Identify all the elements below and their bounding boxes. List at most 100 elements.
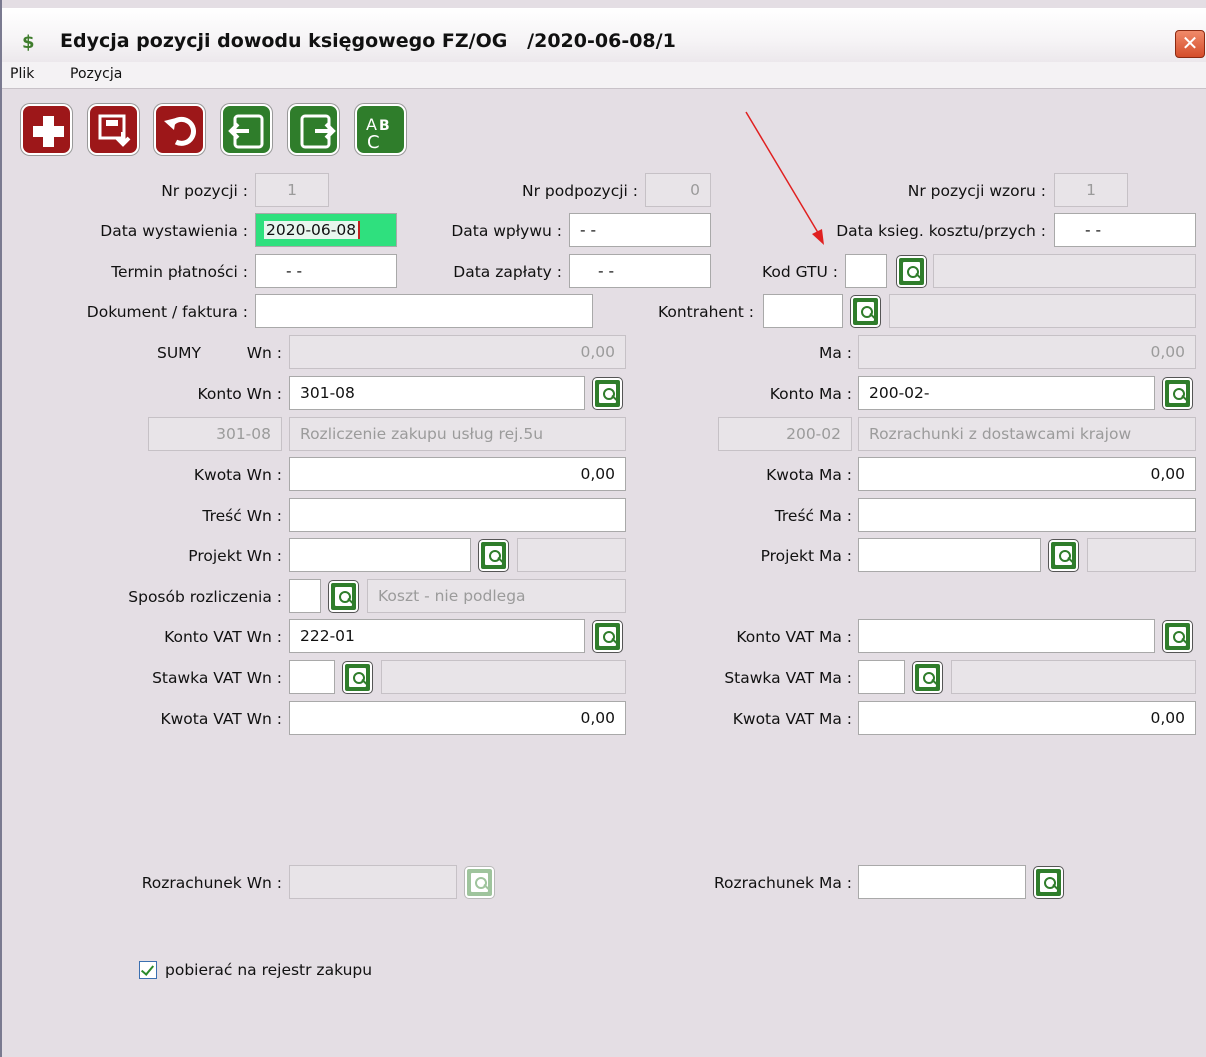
edit-window: $ Edycja pozycji dowodu księgowego FZ/OG…: [0, 0, 1206, 1057]
search-icon: [915, 272, 922, 280]
search-icon: [611, 394, 618, 402]
konto-ma-field[interactable]: 200-02-: [858, 376, 1155, 410]
projekt-ma-desc: [1087, 538, 1196, 572]
konto-ma-label: Konto Ma :: [769, 385, 852, 403]
dokument-field[interactable]: [255, 294, 593, 328]
data-zaplaty-field[interactable]: - -: [569, 254, 711, 288]
save-button[interactable]: [88, 104, 139, 155]
data-wystawienia-value: 2020-06-08: [264, 221, 361, 239]
konto-wn-field[interactable]: 301-08: [289, 376, 585, 410]
nr-pozycji-field: 1: [255, 173, 329, 207]
konto-vat-wn-label: Konto VAT Wn :: [164, 628, 282, 646]
tresc-ma-field[interactable]: [858, 498, 1196, 532]
kontrahent-search-button[interactable]: [851, 296, 880, 327]
spellcheck-icon: A BC: [366, 115, 390, 153]
konto-vat-ma-field[interactable]: [858, 619, 1155, 653]
data-wystawienia-field[interactable]: 2020-06-08: [255, 213, 397, 247]
sposob-rozliczenia-search-button[interactable]: [329, 581, 358, 612]
nr-podpozycji-field: 0: [645, 173, 711, 207]
rozrachunek-wn-search-button: [465, 867, 494, 898]
kwota-vat-ma-field[interactable]: 0,00: [858, 701, 1196, 735]
tresc-ma-label: Treść Ma :: [774, 507, 852, 525]
konto-vat-wn-search-button[interactable]: [593, 621, 622, 652]
add-button[interactable]: [21, 104, 72, 155]
rozrachunek-wn-field: [289, 865, 457, 899]
sposob-rozliczenia-desc: Koszt - nie podlega: [367, 579, 626, 613]
data-zaplaty-label: Data zapłaty :: [453, 263, 562, 281]
konto-ma-desc: Rozrachunki z dostawcami krajow: [858, 417, 1196, 451]
kod-gtu-field[interactable]: [845, 254, 887, 288]
menu-bar: Plik Pozycja: [2, 62, 1206, 89]
kod-gtu-search-button[interactable]: [897, 256, 926, 287]
projekt-wn-field[interactable]: [289, 538, 471, 572]
search-icon: [1181, 637, 1188, 645]
tresc-wn-label: Treść Wn :: [202, 507, 282, 525]
data-ksieg-label: Data ksieg. kosztu/przych :: [836, 222, 1046, 240]
undo-button[interactable]: [154, 104, 205, 155]
rozrachunek-ma-search-button[interactable]: [1034, 867, 1063, 898]
data-wystawienia-label: Data wystawienia :: [100, 222, 248, 240]
kwota-vat-wn-label: Kwota VAT Wn :: [160, 710, 282, 728]
kwota-vat-ma-label: Kwota VAT Ma :: [732, 710, 852, 728]
konto-vat-ma-search-button[interactable]: [1163, 621, 1192, 652]
stawka-vat-ma-desc: [951, 660, 1196, 694]
sposob-rozliczenia-label: Sposób rozliczenia :: [128, 588, 282, 606]
stawka-vat-wn-field[interactable]: [289, 660, 335, 694]
termin-platnosci-field[interactable]: - -: [255, 254, 397, 288]
nr-pozycji-label: Nr pozycji :: [161, 182, 248, 200]
search-icon: [869, 312, 876, 320]
rozrachunek-ma-label: Rozrachunek Ma :: [713, 874, 852, 892]
close-button[interactable]: ✕: [1175, 30, 1205, 58]
add-icon: [33, 116, 64, 147]
konto-wn-search-button[interactable]: [593, 378, 622, 409]
kwota-ma-label: Kwota Ma :: [766, 466, 852, 484]
kod-gtu-label: Kod GTU :: [761, 263, 838, 281]
konto-wn-code: 301-08: [148, 417, 282, 451]
search-icon: [931, 678, 938, 686]
projekt-ma-field[interactable]: [858, 538, 1041, 572]
stawka-vat-ma-field[interactable]: [858, 660, 905, 694]
search-icon: [361, 678, 368, 686]
sposob-rozliczenia-field[interactable]: [289, 579, 321, 613]
search-icon: [347, 597, 354, 605]
konto-ma-code: 200-02: [718, 417, 852, 451]
search-icon: [497, 556, 504, 564]
search-icon: [483, 883, 490, 891]
svg-text:B: B: [379, 118, 390, 134]
previous-button[interactable]: [221, 104, 272, 155]
konto-vat-wn-field[interactable]: 222-01: [289, 619, 585, 653]
rozrachunek-ma-field[interactable]: [858, 865, 1026, 899]
stawka-vat-wn-search-button[interactable]: [343, 662, 372, 693]
kwota-wn-field[interactable]: 0,00: [289, 457, 626, 491]
kwota-vat-wn-field[interactable]: 0,00: [289, 701, 626, 735]
menu-pozycja[interactable]: Pozycja: [70, 66, 122, 82]
pobierac-checkbox-label[interactable]: pobierać na rejestr zakupu: [165, 960, 465, 980]
stawka-vat-wn-desc: [381, 660, 626, 694]
sumy-wn-label: Wn :: [246, 344, 282, 362]
tresc-wn-field[interactable]: [289, 498, 626, 532]
projekt-wn-search-button[interactable]: [479, 540, 508, 571]
search-icon: [611, 637, 618, 645]
kwota-ma-field[interactable]: 0,00: [858, 457, 1196, 491]
projekt-ma-search-button[interactable]: [1049, 540, 1078, 571]
title-bar: $ Edycja pozycji dowodu księgowego FZ/OG…: [2, 8, 1206, 62]
konto-ma-search-button[interactable]: [1163, 378, 1192, 409]
sumy-ma-field: 0,00: [858, 335, 1196, 369]
nr-pozycji-wzoru-label: Nr pozycji wzoru :: [907, 182, 1046, 200]
kontrahent-field[interactable]: [763, 294, 843, 328]
stawka-vat-ma-search-button[interactable]: [913, 662, 942, 693]
data-wplywu-field[interactable]: - -: [569, 213, 711, 247]
konto-vat-ma-label: Konto VAT Ma :: [736, 628, 852, 646]
pobierac-checkbox[interactable]: [139, 961, 157, 979]
data-ksieg-field[interactable]: - -: [1054, 213, 1196, 247]
spellcheck-button[interactable]: ABC: [355, 104, 406, 155]
stawka-vat-wn-label: Stawka VAT Wn :: [152, 669, 282, 687]
projekt-wn-label: Projekt Wn :: [188, 547, 282, 565]
next-button[interactable]: [288, 104, 339, 155]
projekt-ma-label: Projekt Ma :: [760, 547, 852, 565]
next-icon: [300, 114, 336, 149]
data-wplywu-label: Data wpływu :: [451, 222, 562, 240]
kontrahent-label: Kontrahent :: [657, 303, 754, 321]
menu-plik[interactable]: Plik: [10, 66, 34, 82]
konto-wn-label: Konto Wn :: [197, 385, 283, 403]
